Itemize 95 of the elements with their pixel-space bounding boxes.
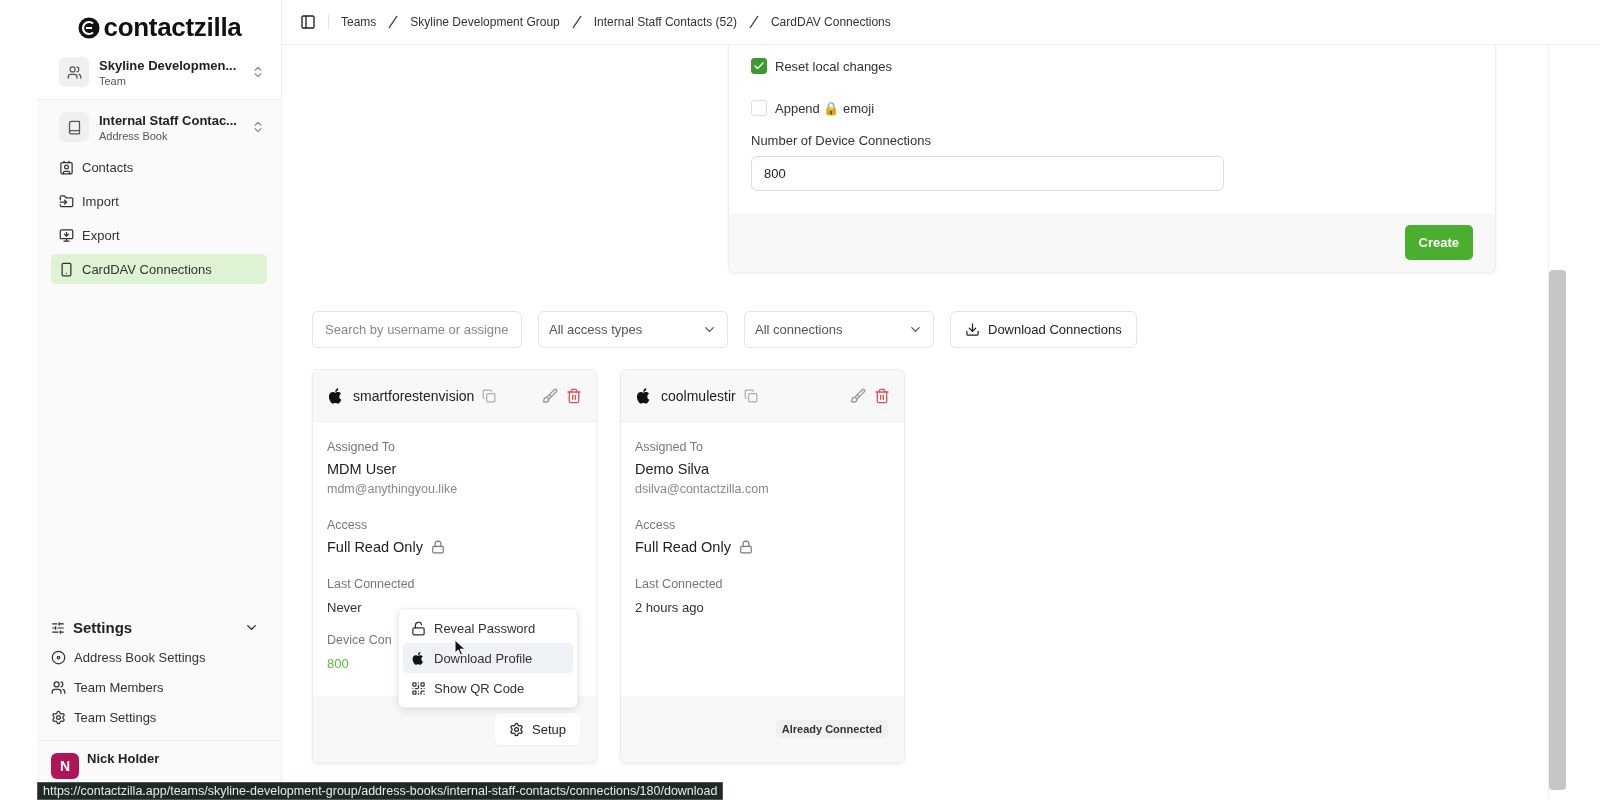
- scrollbar-thumb[interactable]: [1549, 270, 1566, 790]
- download-icon: [965, 322, 980, 337]
- menu-label: Download Profile: [434, 650, 533, 666]
- assignee-email: mdm@anythingyou.like: [327, 482, 458, 496]
- delete-icon[interactable]: [874, 387, 890, 404]
- cursor-icon: [454, 639, 466, 656]
- field-label: Assigned To: [635, 440, 703, 454]
- input-field[interactable]: 800: [751, 156, 1224, 191]
- folder-icon: [59, 193, 74, 209]
- settings-header[interactable]: Settings: [37, 619, 281, 642]
- brush-icon[interactable]: [542, 387, 558, 404]
- delete-icon[interactable]: [566, 387, 582, 404]
- field-label: Last Connected: [635, 577, 723, 591]
- copy-icon[interactable]: [482, 388, 497, 403]
- menu-label: Reveal Password: [434, 620, 536, 636]
- team-label: Team: [99, 74, 127, 87]
- access-value: Full Read Only: [635, 539, 731, 555]
- user-name: Nick Holder: [87, 751, 161, 766]
- breadcrumb-link[interactable]: Internal Staff Contacts (52): [593, 15, 737, 29]
- access-value: Full Read Only: [327, 539, 423, 555]
- settings-icon: [509, 721, 524, 737]
- contact-card-icon: [59, 159, 74, 175]
- settings-title: Settings: [73, 619, 133, 636]
- sidebar-toggle-icon[interactable]: [300, 14, 316, 30]
- access-type-select[interactable]: All access types: [538, 311, 728, 348]
- users-icon: [51, 679, 66, 695]
- breadcrumb-separator-icon: [571, 15, 582, 29]
- download-button[interactable]: Download Connections: [950, 311, 1137, 348]
- settings-item[interactable]: Team Members: [37, 672, 281, 702]
- brush-icon[interactable]: [850, 387, 866, 404]
- qr-code-icon: [411, 680, 426, 696]
- nav-item[interactable]: CardDAV Connections: [51, 254, 267, 284]
- user-avatar[interactable]: N: [51, 753, 79, 779]
- nav-item[interactable]: Import: [51, 186, 267, 216]
- last-connected-value: Never: [327, 600, 362, 615]
- status-url: https://contactzilla.app/teams/skyline-development-group/address-books/internal-staff-contacts/connections/180/download: [37, 782, 724, 800]
- username: coolmulestir: [661, 387, 736, 404]
- assignee-name: Demo Silva: [635, 461, 711, 477]
- breadcrumb-separator-icon: [748, 15, 759, 29]
- lock-icon: [738, 540, 753, 554]
- menu-item[interactable]: Download Profile: [403, 643, 573, 673]
- nav-label: Export: [82, 227, 120, 243]
- sliders-icon: [51, 620, 65, 635]
- menu-item[interactable]: Show QR Code: [403, 673, 573, 703]
- settings-item[interactable]: Team Settings: [37, 702, 281, 732]
- field-label: Number of Device Connections: [751, 133, 932, 148]
- breadcrumb-link[interactable]: Skyline Development Group: [410, 15, 560, 29]
- checkbox-label: Reset local changes: [775, 58, 893, 74]
- address-book-selector[interactable]: Internal Staff Contac... Address Book: [59, 112, 265, 142]
- breadcrumb-separator-icon: [388, 15, 399, 29]
- logo-text: contactzilla: [103, 12, 242, 43]
- copy-icon[interactable]: [743, 388, 758, 403]
- settings-label: Address Book Settings: [74, 649, 206, 665]
- address-book-name: Internal Staff Contac...: [99, 112, 238, 128]
- nav-label: CardDAV Connections: [82, 261, 212, 277]
- checkbox[interactable]: [751, 58, 767, 74]
- setup-button[interactable]: Setup: [495, 713, 580, 745]
- book-icon: [66, 119, 82, 135]
- menu-label: Show QR Code: [434, 680, 525, 696]
- assignee-email: dsilva@contactzilla.com: [635, 482, 769, 496]
- field-label: Device Con: [327, 633, 392, 647]
- breadcrumb-link[interactable]: CardDAV Connections: [770, 15, 891, 29]
- lock-icon: [430, 540, 445, 554]
- status-badge: Already Connected: [775, 720, 888, 738]
- nav-item[interactable]: Export: [51, 220, 267, 250]
- field-label: Access: [327, 518, 368, 532]
- logo-icon: [76, 15, 101, 40]
- address-book-label: Address Book: [99, 129, 169, 142]
- team-name: Skyline Developmen...: [99, 57, 238, 73]
- field-label: Assigned To: [327, 440, 395, 454]
- search-field[interactable]: Search by username or assigne: [312, 311, 522, 348]
- settings-item[interactable]: Address Book Settings: [37, 642, 281, 672]
- field-label: Access: [635, 518, 676, 532]
- settings-icon: [51, 709, 66, 725]
- checkbox-label: Append 🔒 emoji: [775, 100, 875, 116]
- settings-label: Team Members: [74, 679, 164, 695]
- breadcrumb-link[interactable]: Teams: [341, 15, 377, 29]
- apple-icon: [411, 650, 426, 666]
- check-icon: [753, 60, 765, 72]
- field-label: Last Connected: [327, 577, 415, 591]
- device-count: 800: [327, 656, 349, 671]
- nav-label: Contacts: [82, 159, 134, 175]
- last-connected-value: 2 hours ago: [635, 600, 704, 615]
- nav-label: Import: [82, 193, 119, 209]
- connections-select[interactable]: All connections: [744, 311, 934, 348]
- users-icon: [66, 64, 82, 80]
- settings-label: Team Settings: [74, 709, 157, 725]
- menu-item[interactable]: Reveal Password: [403, 613, 573, 643]
- phone-icon: [59, 261, 74, 277]
- unlock-icon: [411, 620, 426, 636]
- assignee-name: MDM User: [327, 461, 398, 477]
- username: smartforestenvision: [353, 387, 475, 404]
- nav-item[interactable]: Contacts: [51, 152, 267, 182]
- target-icon: [51, 649, 66, 665]
- screen-icon: [59, 227, 74, 243]
